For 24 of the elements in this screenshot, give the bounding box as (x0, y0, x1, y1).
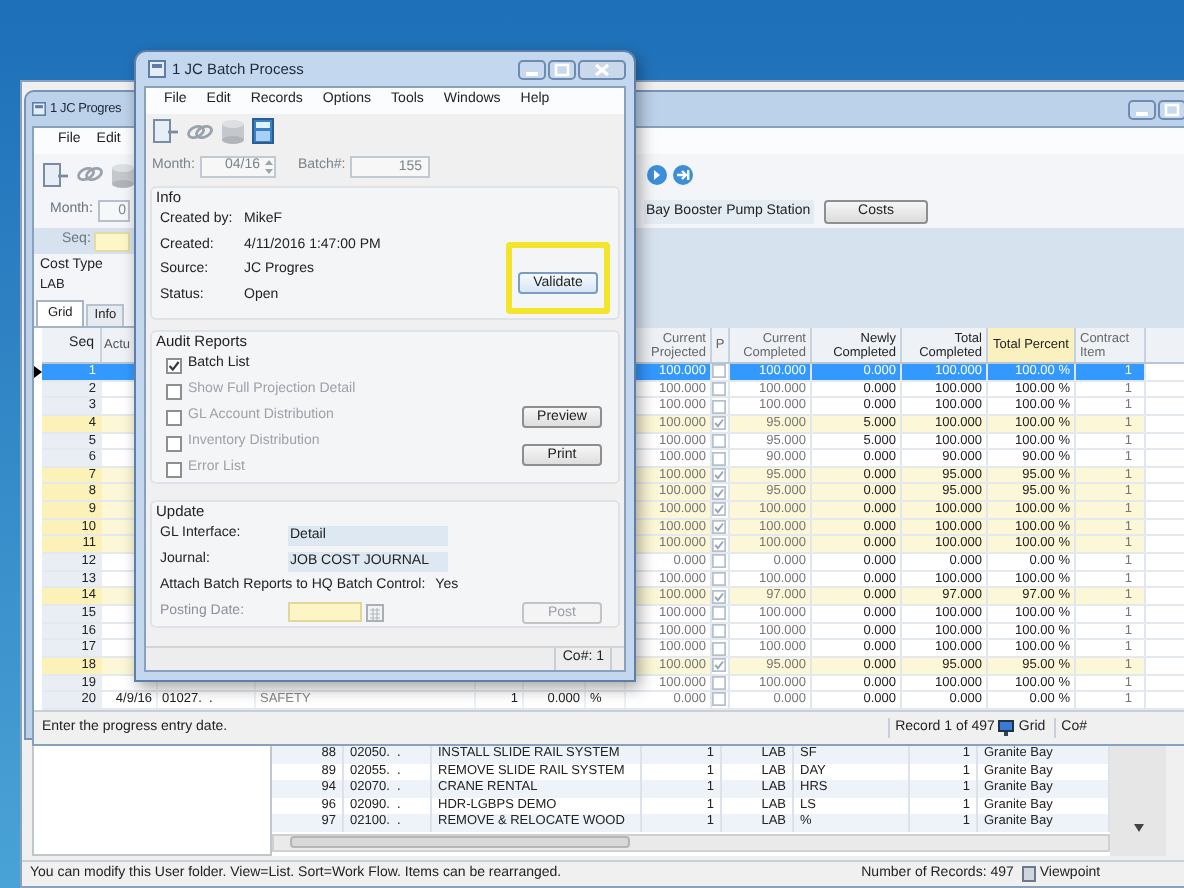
link-icon[interactable] (186, 121, 214, 141)
link-icon[interactable] (76, 164, 104, 184)
seq-field[interactable] (94, 231, 130, 251)
next-icon[interactable] (646, 163, 668, 185)
maximize-icon[interactable] (1158, 99, 1184, 119)
window-icon (148, 60, 166, 78)
maximize-icon[interactable] (548, 59, 576, 79)
row-pointer-icon (34, 366, 42, 378)
calendar-icon[interactable] (366, 603, 384, 621)
last-icon[interactable] (672, 163, 694, 185)
document-arrow-icon[interactable] (152, 118, 180, 144)
document-arrow-icon[interactable] (42, 161, 70, 187)
minimize-icon[interactable] (518, 59, 546, 79)
monitor-icon (998, 719, 1015, 736)
window-icon (32, 102, 46, 116)
close-icon[interactable] (578, 59, 626, 79)
minimize-icon[interactable] (1128, 99, 1156, 119)
posting-date-field[interactable] (288, 602, 362, 622)
spinner-icon[interactable] (264, 158, 274, 176)
horizontal-scrollbar[interactable] (272, 833, 1110, 852)
calculator-icon[interactable] (252, 118, 274, 144)
checkbox[interactable] (166, 357, 182, 373)
dropdown-arrow-icon[interactable] (1133, 824, 1143, 832)
database-icon[interactable] (110, 161, 136, 187)
